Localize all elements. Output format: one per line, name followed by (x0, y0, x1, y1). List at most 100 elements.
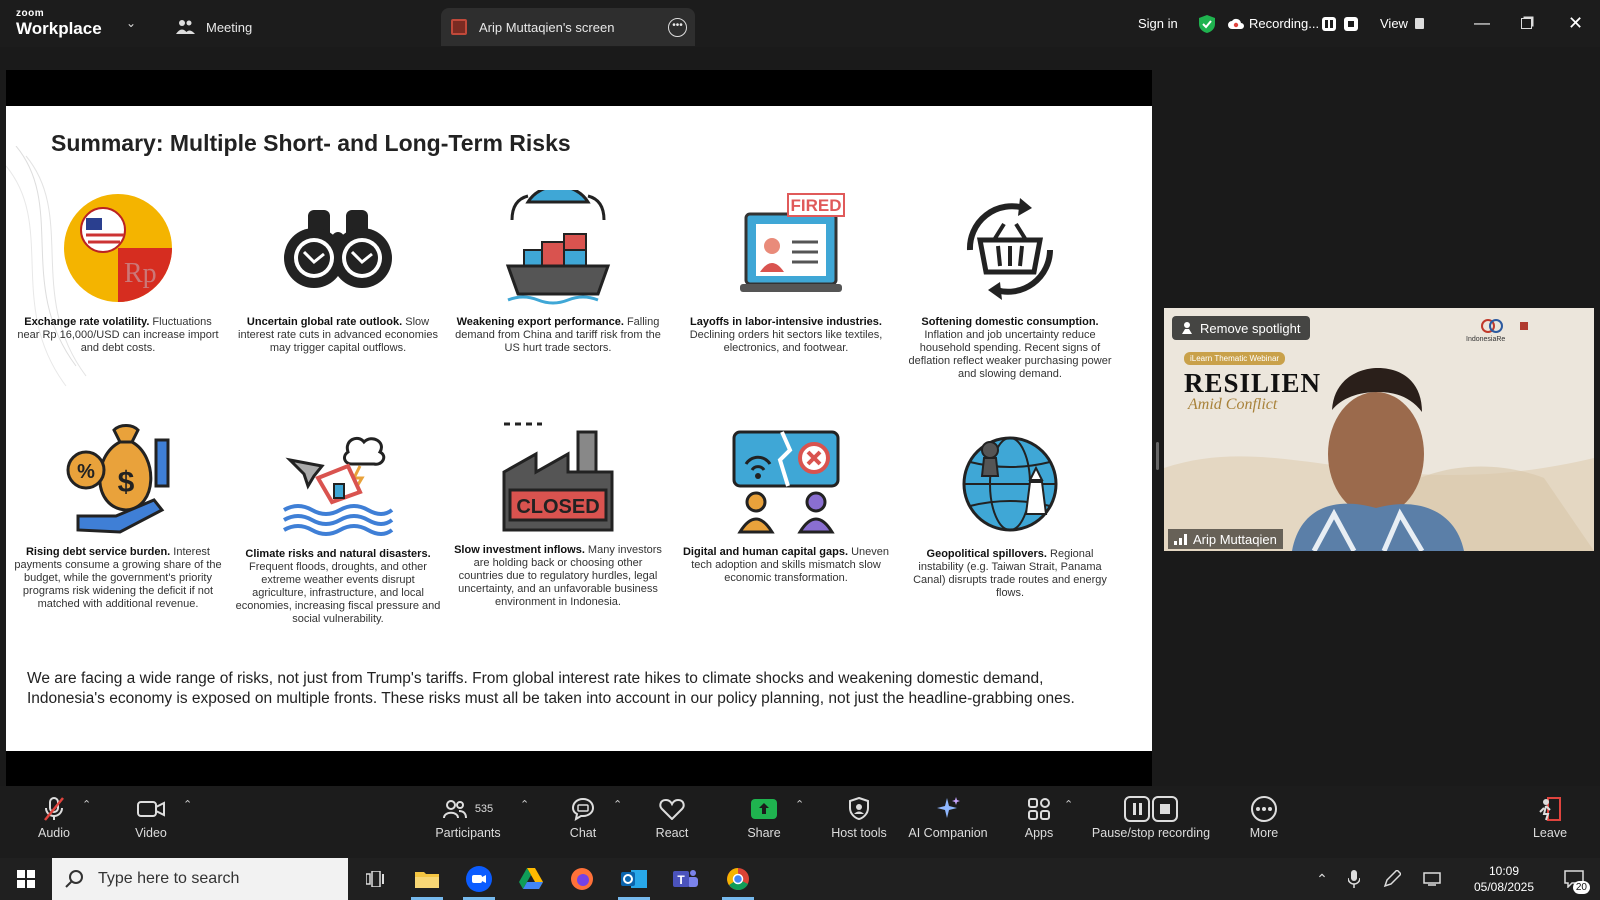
more-button[interactable]: More (1240, 794, 1288, 840)
pause-recording-button[interactable] (1322, 0, 1336, 47)
pause-stop-recording-button[interactable]: Pause/stop recording (1086, 794, 1216, 840)
cargo-ship-icon (505, 190, 611, 305)
fired-icon: FIRED (740, 193, 845, 292)
apps-label: Apps (1024, 826, 1054, 840)
audio-options-caret[interactable]: ⌃ (82, 798, 91, 811)
tab-meeting-label: Meeting (206, 19, 253, 35)
view-label: View (1380, 16, 1408, 31)
view-button[interactable]: View (1380, 0, 1424, 47)
risk-card-exchange-rate: Rp Exchange rate volatility. Fluctuation… (13, 190, 223, 355)
card-text: Inflation and job uncertainty reduce hou… (908, 329, 1112, 380)
risk-card-global-rate: Uncertain global rate outlook. Slow inte… (233, 190, 443, 355)
notifications-button[interactable]: 20 (1552, 858, 1596, 900)
react-label: React (655, 826, 689, 840)
muted-mic-icon (44, 797, 64, 821)
tab-shared-screen[interactable]: Arip Muttaqien's screen ••• (441, 8, 695, 46)
shared-screen[interactable]: Summary: Multiple Short- and Long-Term R… (6, 70, 1152, 786)
participants-options-caret[interactable]: ⌃ (520, 798, 529, 811)
presentation-slide: Summary: Multiple Short- and Long-Term R… (6, 106, 1152, 751)
risk-card-digital: Digital and human capital gaps. Uneven t… (681, 420, 891, 585)
participants-button[interactable]: 535 Participants (430, 794, 506, 840)
currency-icon: Rp (64, 194, 172, 302)
card-title: Uncertain global rate outlook. (246, 316, 403, 328)
view-layout-icon (1414, 18, 1424, 29)
apps-options-caret[interactable]: ⌃ (1064, 798, 1073, 811)
logo-workplace-text: Workplace (16, 19, 102, 38)
share-options-caret[interactable]: ⌃ (795, 798, 804, 811)
disaster-icon (283, 436, 394, 536)
video-label: Video (135, 826, 167, 840)
card-text: Frequent floods, droughts, and other ext… (235, 561, 441, 625)
google-drive-icon[interactable] (507, 858, 555, 900)
svg-text:%: % (77, 461, 95, 483)
chat-button[interactable]: Chat (560, 794, 606, 840)
sign-in-link[interactable]: Sign in (1138, 0, 1178, 47)
display-tray-icon[interactable] (1418, 858, 1446, 900)
share-button[interactable]: Share (740, 794, 788, 840)
chat-options-caret[interactable]: ⌃ (613, 798, 622, 811)
speaker-video-tile[interactable]: iLearn Thematic Webinar RESILIEN Amid Co… (1164, 308, 1594, 551)
chrome-icon[interactable] (714, 858, 762, 900)
restore-button[interactable] (1521, 0, 1532, 47)
remove-spotlight-button[interactable]: Remove spotlight (1172, 316, 1311, 340)
participants-count: 535 (474, 803, 494, 815)
apps-button[interactable]: Apps (1016, 794, 1062, 840)
file-explorer-icon[interactable] (403, 858, 451, 900)
pen-tray-icon[interactable] (1380, 858, 1404, 900)
leave-button[interactable]: Leave (1526, 794, 1574, 840)
meeting-stage: Summary: Multiple Short- and Long-Term R… (0, 47, 1600, 786)
video-options-caret[interactable]: ⌃ (183, 798, 192, 811)
svg-text:T: T (677, 873, 685, 887)
camera-icon (137, 801, 165, 817)
taskbar-search-box[interactable]: Type here to search (52, 858, 348, 900)
audio-button[interactable]: Audio (30, 794, 78, 840)
leave-door-icon (1539, 797, 1561, 821)
react-button[interactable]: React (648, 794, 696, 840)
card-title: Exchange rate volatility. (24, 316, 150, 328)
clock-date: 05/08/2025 (1473, 880, 1535, 894)
system-clock[interactable]: 10:09 05/08/2025 (1464, 863, 1544, 895)
card-title: Softening domestic consumption. (921, 316, 1099, 328)
resize-handle[interactable] (1156, 442, 1159, 470)
encryption-shield-icon[interactable] (1198, 0, 1216, 47)
more-options-icon[interactable]: ••• (668, 18, 687, 37)
microphone-tray-icon[interactable] (1342, 858, 1366, 900)
windows-taskbar: Type here to search T ⌃ 10:09 05/08/2025… (0, 858, 1600, 900)
recording-status[interactable]: Recording... (1228, 0, 1319, 47)
pause-stop-label: Pause/stop recording (1091, 826, 1211, 840)
organizer-logo-text: IndonesiaRe (1466, 336, 1506, 343)
fired-label: FIRED (791, 196, 842, 215)
risk-card-consumption: Softening domestic consumption. Inflatio… (905, 190, 1115, 381)
webinar-banner-title: RESILIEN (1184, 368, 1322, 398)
basket-cycle-icon (966, 198, 1053, 300)
zoom-logo[interactable]: zoom Workplace (16, 9, 102, 39)
spotlight-icon (1182, 322, 1192, 334)
show-hidden-icons[interactable]: ⌃ (1310, 858, 1334, 900)
windows-start-button[interactable] (2, 858, 50, 900)
participant-name-tag: Arip Muttaqien (1168, 529, 1283, 549)
digital-gap-icon (732, 430, 840, 534)
card-title: Layoffs in labor-intensive industries. (690, 316, 882, 328)
outlook-icon[interactable] (610, 858, 658, 900)
task-view-icon[interactable] (351, 858, 399, 900)
firefox-icon[interactable] (558, 858, 606, 900)
host-tools-button[interactable]: Host tools (826, 794, 892, 840)
risk-card-debt: $ % Rising debt service burden. Interest… (13, 420, 223, 611)
zoom-app-icon[interactable] (455, 858, 503, 900)
title-bar: zoom Workplace ⌄ Meeting Arip Muttaqien'… (0, 0, 1600, 47)
slide-title: Summary: Multiple Short- and Long-Term R… (51, 130, 571, 156)
tab-meeting[interactable]: Meeting (176, 8, 252, 46)
slide-summary: We are facing a wide range of risks, not… (27, 670, 1075, 707)
stop-recording-button[interactable] (1344, 0, 1358, 47)
close-button[interactable]: ✕ (1568, 0, 1583, 47)
card-title: Rising debt service burden. (25, 546, 171, 558)
minimize-button[interactable]: — (1474, 0, 1490, 47)
chevron-down-icon[interactable]: ⌄ (126, 16, 136, 30)
card-title: Weakening export performance. (456, 316, 624, 328)
logo-zoom-text: zoom (16, 8, 45, 19)
teams-icon[interactable]: T (662, 858, 710, 900)
ai-companion-button[interactable]: AI Companion (906, 794, 990, 840)
video-button[interactable]: Video (127, 794, 175, 840)
signal-strength-icon (1174, 534, 1187, 545)
closed-factory-icon: CLOSED (502, 422, 614, 532)
